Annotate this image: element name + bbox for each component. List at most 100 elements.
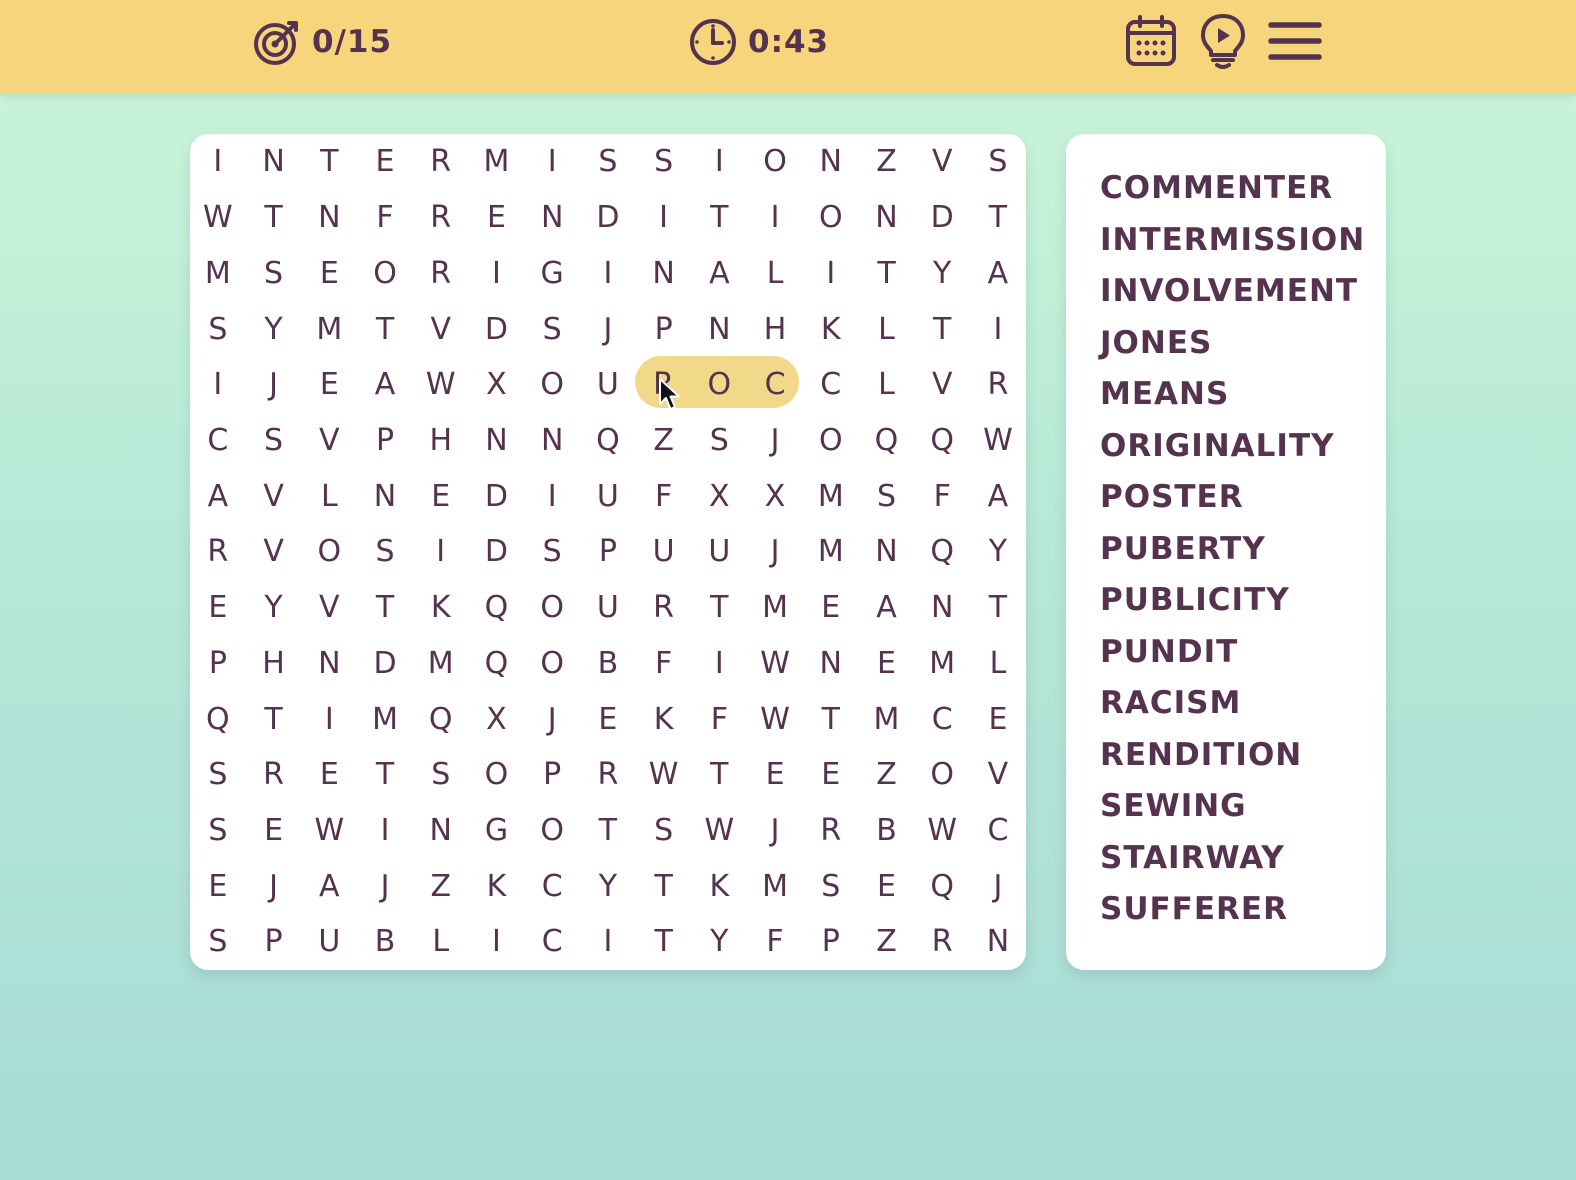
grid-cell[interactable]: Q: [914, 413, 970, 469]
grid-cell[interactable]: A: [301, 858, 357, 914]
grid-cell[interactable]: S: [580, 134, 636, 190]
grid-cell[interactable]: M: [469, 134, 525, 190]
grid-cell[interactable]: T: [246, 691, 302, 747]
grid-cell[interactable]: A: [190, 468, 246, 524]
grid-cell[interactable]: C: [747, 357, 803, 413]
menu-button[interactable]: [1266, 12, 1324, 70]
grid-cell[interactable]: Q: [914, 858, 970, 914]
grid-cell[interactable]: E: [413, 468, 469, 524]
grid-cell[interactable]: W: [747, 635, 803, 691]
grid-cell[interactable]: Q: [190, 691, 246, 747]
hint-button[interactable]: [1194, 12, 1252, 70]
grid-cell[interactable]: N: [246, 134, 302, 190]
grid-cell[interactable]: O: [747, 134, 803, 190]
grid-cell[interactable]: M: [747, 858, 803, 914]
grid-cell[interactable]: T: [914, 301, 970, 357]
grid-cell[interactable]: N: [413, 803, 469, 859]
grid-cell[interactable]: V: [246, 468, 302, 524]
grid-cell[interactable]: L: [859, 357, 915, 413]
grid-cell[interactable]: R: [636, 357, 692, 413]
grid-cell[interactable]: P: [524, 747, 580, 803]
grid-cell[interactable]: N: [357, 468, 413, 524]
grid-cell[interactable]: O: [524, 803, 580, 859]
grid-cell[interactable]: S: [357, 524, 413, 580]
grid-cell[interactable]: B: [357, 914, 413, 970]
grid-cell[interactable]: P: [803, 914, 859, 970]
grid-cell[interactable]: W: [190, 190, 246, 246]
grid-cell[interactable]: Z: [859, 914, 915, 970]
grid-cell[interactable]: S: [691, 413, 747, 469]
grid-cell[interactable]: S: [970, 134, 1026, 190]
grid-cell[interactable]: V: [413, 301, 469, 357]
grid-cell[interactable]: P: [246, 914, 302, 970]
grid-cell[interactable]: I: [803, 245, 859, 301]
grid-cell[interactable]: E: [970, 691, 1026, 747]
grid-cell[interactable]: J: [580, 301, 636, 357]
grid-cell[interactable]: I: [747, 190, 803, 246]
grid-cell[interactable]: T: [691, 747, 747, 803]
grid-cell[interactable]: C: [524, 914, 580, 970]
grid-cell[interactable]: K: [413, 580, 469, 636]
grid-cell[interactable]: R: [413, 190, 469, 246]
grid-cell[interactable]: N: [691, 301, 747, 357]
grid-cell[interactable]: W: [914, 803, 970, 859]
grid-cell[interactable]: M: [413, 635, 469, 691]
grid-cell[interactable]: E: [190, 858, 246, 914]
grid-cell[interactable]: I: [524, 134, 580, 190]
grid-cell[interactable]: E: [301, 747, 357, 803]
grid-cell[interactable]: N: [803, 635, 859, 691]
grid-cell[interactable]: T: [301, 134, 357, 190]
grid-cell[interactable]: N: [301, 635, 357, 691]
grid-cell[interactable]: N: [524, 190, 580, 246]
grid-cell[interactable]: I: [413, 524, 469, 580]
grid-cell[interactable]: O: [914, 747, 970, 803]
daily-calendar-button[interactable]: [1122, 12, 1180, 70]
grid-cell[interactable]: Y: [580, 858, 636, 914]
grid-cell[interactable]: M: [914, 635, 970, 691]
grid-cell[interactable]: E: [357, 134, 413, 190]
grid-cell[interactable]: R: [636, 580, 692, 636]
grid-cell[interactable]: K: [803, 301, 859, 357]
grid-cell[interactable]: L: [970, 635, 1026, 691]
grid-cell[interactable]: T: [357, 580, 413, 636]
grid-cell[interactable]: W: [413, 357, 469, 413]
grid-cell[interactable]: M: [747, 580, 803, 636]
grid-cell[interactable]: M: [301, 301, 357, 357]
grid-cell[interactable]: S: [524, 301, 580, 357]
grid-cell[interactable]: R: [803, 803, 859, 859]
grid-cell[interactable]: R: [413, 134, 469, 190]
grid-cell[interactable]: Y: [970, 524, 1026, 580]
grid-cell[interactable]: T: [636, 858, 692, 914]
grid-cell[interactable]: V: [246, 524, 302, 580]
grid-cell[interactable]: O: [469, 747, 525, 803]
grid-cell[interactable]: Y: [246, 301, 302, 357]
grid-cell[interactable]: I: [970, 301, 1026, 357]
grid-cell[interactable]: O: [524, 635, 580, 691]
grid-cell[interactable]: T: [859, 245, 915, 301]
grid-cell[interactable]: P: [636, 301, 692, 357]
grid-cell[interactable]: T: [357, 301, 413, 357]
grid-cell[interactable]: N: [970, 914, 1026, 970]
grid-cell[interactable]: F: [914, 468, 970, 524]
grid-cell[interactable]: W: [970, 413, 1026, 469]
grid-cell[interactable]: I: [469, 914, 525, 970]
grid-cell[interactable]: Z: [859, 747, 915, 803]
grid-cell[interactable]: J: [246, 357, 302, 413]
grid-cell[interactable]: W: [636, 747, 692, 803]
grid-cell[interactable]: I: [190, 134, 246, 190]
grid-cell[interactable]: Q: [859, 413, 915, 469]
grid-cell[interactable]: E: [190, 580, 246, 636]
grid-cell[interactable]: L: [413, 914, 469, 970]
grid-cell[interactable]: S: [636, 803, 692, 859]
grid-cell[interactable]: U: [580, 580, 636, 636]
grid-cell[interactable]: A: [859, 580, 915, 636]
grid-cell[interactable]: R: [413, 245, 469, 301]
grid-cell[interactable]: V: [914, 357, 970, 413]
grid-cell[interactable]: S: [190, 301, 246, 357]
grid-cell[interactable]: B: [580, 635, 636, 691]
grid-cell[interactable]: O: [524, 357, 580, 413]
grid-cell[interactable]: H: [747, 301, 803, 357]
grid-cell[interactable]: A: [691, 245, 747, 301]
grid-cell[interactable]: Q: [580, 413, 636, 469]
grid-cell[interactable]: A: [970, 245, 1026, 301]
